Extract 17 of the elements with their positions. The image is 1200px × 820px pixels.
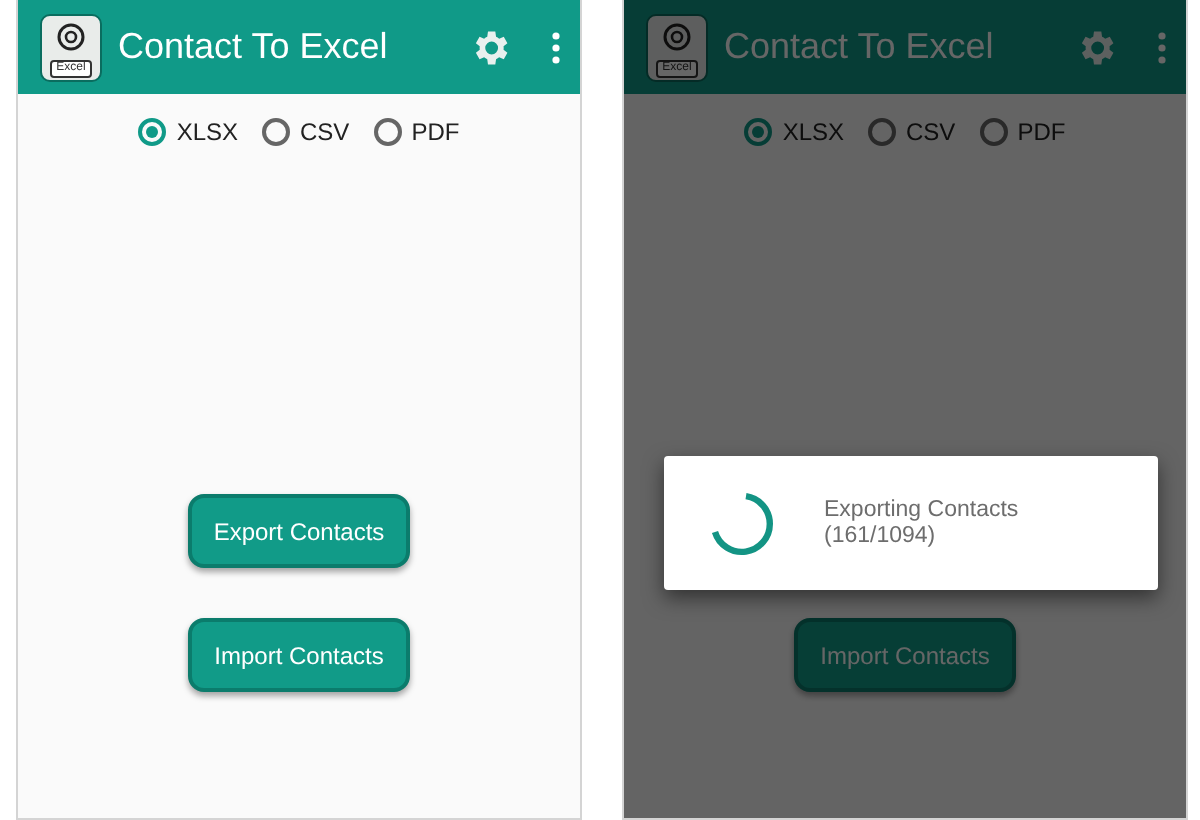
app-title: Contact To Excel (118, 26, 390, 68)
action-button[interactable]: Export Contacts (188, 494, 410, 568)
action-button[interactable]: Import Contacts (794, 618, 1016, 692)
format-radio[interactable]: PDF (979, 118, 1066, 146)
more-menu-icon[interactable] (552, 31, 560, 63)
spinner-icon (708, 489, 776, 557)
contact-icon (56, 21, 86, 51)
format-radio[interactable]: XLSX (744, 118, 844, 146)
format-radio[interactable]: XLSX (138, 118, 238, 146)
action-button[interactable]: Import Contacts (188, 618, 410, 692)
contact-icon (662, 21, 692, 51)
format-radio[interactable]: PDF (373, 118, 460, 146)
format-radio[interactable]: CSV (868, 118, 956, 146)
more-menu-icon[interactable] (1158, 31, 1166, 63)
progress-message: Exporting Contacts (161/1094) (824, 497, 1019, 549)
format-radio[interactable]: CSV (262, 118, 350, 146)
app-title: Contact To Excel (724, 26, 996, 68)
